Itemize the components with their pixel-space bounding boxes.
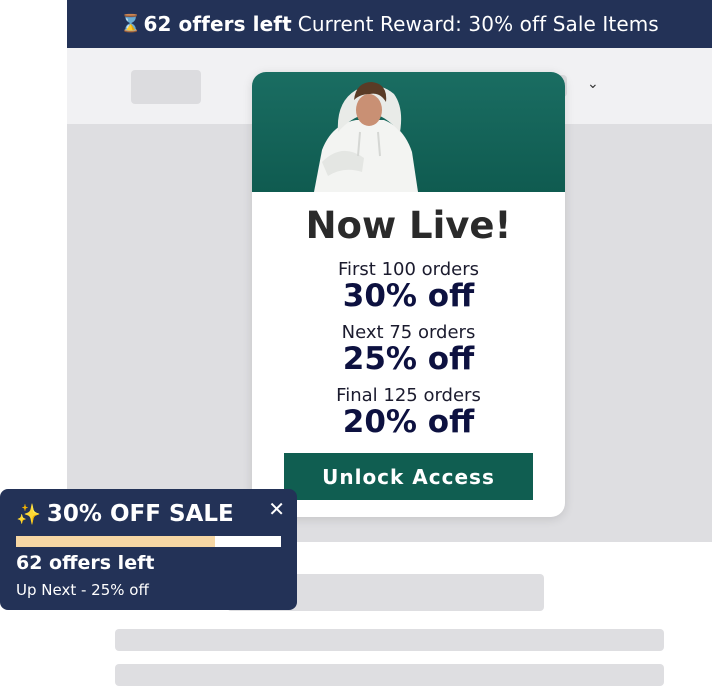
tier-label: First 100 orders	[337, 259, 480, 280]
offer-modal: Now Live! First 100 orders 30% off Next …	[252, 72, 565, 517]
widget-title: 30% OFF SALE	[46, 501, 234, 527]
widget-title-row: ✨ 30% OFF SALE	[16, 501, 234, 527]
chevron-down-icon[interactable]: ⌄	[587, 76, 599, 92]
text-line-placeholder	[115, 664, 664, 686]
close-icon[interactable]: ✕	[268, 497, 285, 521]
offers-left-text: 62 offers left	[143, 12, 292, 36]
sale-widget: ✨ 30% OFF SALE ✕ 62 offers left Up Next -…	[0, 489, 297, 610]
modal-title: Now Live!	[305, 204, 512, 247]
text-line-placeholder	[115, 629, 664, 651]
man-in-hoodie-illustration	[314, 82, 418, 192]
offers-progress-bar	[16, 536, 281, 547]
offer-banner: ⌛ 62 offers left Current Reward: 30% off…	[67, 0, 712, 48]
unlock-access-button[interactable]: Unlock Access	[284, 453, 533, 500]
tier-label: Next 75 orders	[341, 322, 476, 343]
hourglass-icon: ⌛	[120, 14, 142, 34]
tier-value: 25% off	[342, 341, 475, 377]
current-reward-text: Current Reward: 30% off Sale Items	[297, 12, 659, 36]
widget-up-next: Up Next - 25% off	[16, 581, 149, 599]
tier-value: 30% off	[342, 278, 475, 314]
widget-offers-left: 62 offers left	[16, 552, 155, 574]
tier-label: Final 125 orders	[336, 385, 481, 406]
sparkles-icon: ✨	[16, 502, 41, 526]
logo-placeholder	[131, 70, 201, 104]
tier-value: 20% off	[342, 404, 475, 440]
progress-fill	[16, 536, 215, 547]
model-photo	[252, 72, 565, 192]
